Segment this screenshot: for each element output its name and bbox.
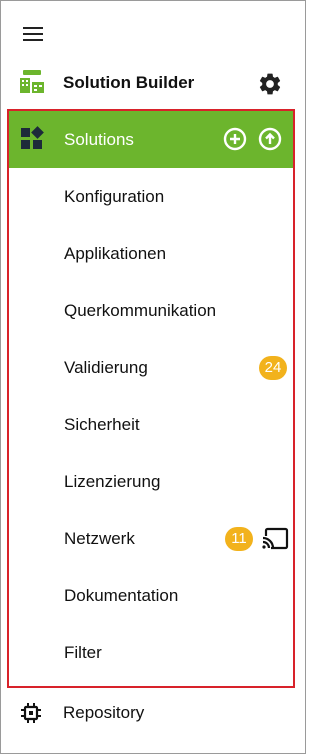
validation-count-badge: 24 (259, 356, 287, 380)
nav-item-lizenzierung[interactable]: Lizenzierung (9, 453, 293, 510)
nav-item-label: Applikationen (64, 243, 167, 263)
nav-item-netzwerk[interactable]: Netzwerk 11 (9, 510, 293, 567)
cast-icon[interactable] (261, 527, 289, 551)
nav-item-dokumentation[interactable]: Dokumentation (9, 567, 293, 624)
gear-icon[interactable] (257, 71, 283, 97)
nav-item-label: Solutions (64, 129, 134, 149)
network-count-badge: 11 (225, 527, 253, 551)
hamburger-menu-icon[interactable] (23, 25, 45, 43)
nav-item-label: Filter (64, 642, 102, 662)
add-circle-icon[interactable] (223, 127, 247, 151)
nav-item-label: Lizenzierung (64, 471, 161, 491)
app-title: Solution Builder (63, 73, 195, 92)
nav-item-label: Konfiguration (64, 186, 165, 206)
navigation-menu: Solutions Konfiguration Applikationen Qu… (7, 109, 295, 688)
dashboard-icon (21, 126, 44, 149)
nav-item-label: Netzwerk (64, 528, 135, 548)
upload-circle-icon[interactable] (258, 127, 282, 151)
app-header: Solution Builder (1, 63, 305, 107)
nav-item-applikationen[interactable]: Applikationen (9, 225, 293, 282)
solution-builder-logo (20, 70, 44, 93)
nav-item-repository[interactable]: Repository (1, 689, 305, 737)
nav-item-solutions[interactable]: Solutions (9, 111, 293, 168)
nav-item-label: Querkommunikation (64, 300, 217, 320)
nav-item-label: Sicherheit (64, 414, 140, 434)
nav-item-label: Dokumentation (64, 585, 179, 605)
nav-item-querkommunikation[interactable]: Querkommunikation (9, 282, 293, 339)
nav-item-konfiguration[interactable]: Konfiguration (9, 168, 293, 225)
sidebar-panel: Solution Builder Solutions Konfiguration… (0, 0, 306, 754)
nav-item-label: Validierung (64, 357, 148, 377)
nav-item-validierung[interactable]: Validierung 24 (9, 339, 293, 396)
chip-icon (21, 703, 41, 723)
repository-label: Repository (63, 703, 145, 722)
nav-item-sicherheit[interactable]: Sicherheit (9, 396, 293, 453)
nav-item-filter[interactable]: Filter (9, 624, 293, 681)
